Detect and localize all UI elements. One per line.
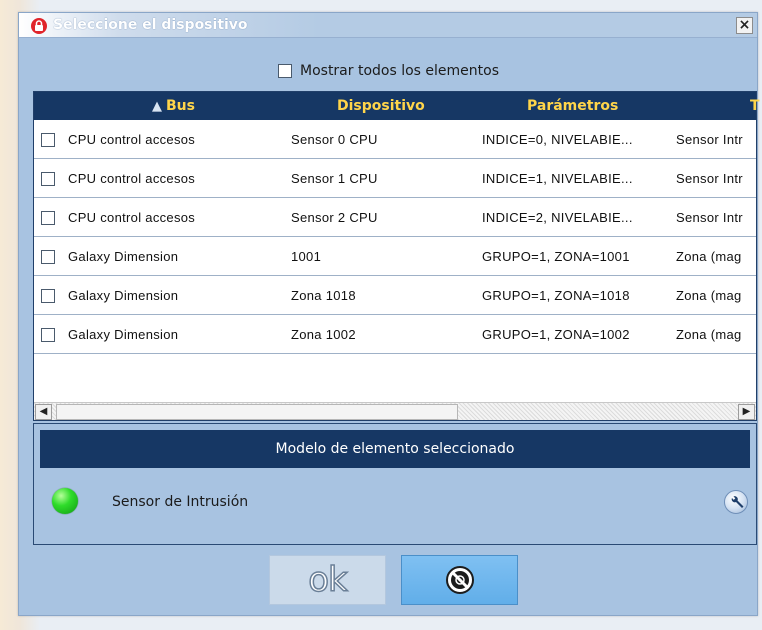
ok-button[interactable]: ok [269, 555, 386, 605]
cell-device: Zona 1018 [291, 288, 356, 303]
cell-params: INDICE=1, NIVELABIE... [482, 171, 633, 186]
cell-bus: CPU control accesos [68, 210, 196, 225]
ok-label: ok [308, 559, 349, 601]
show-all-label: Mostrar todos los elementos [300, 63, 500, 79]
row-checkbox[interactable] [41, 133, 55, 147]
horizontal-scrollbar[interactable]: ◀ ▶ [34, 402, 756, 420]
cell-type: Zona (mag [676, 249, 742, 264]
cell-bus: Galaxy Dimension [68, 249, 179, 264]
cell-params: INDICE=2, NIVELABIE... [482, 210, 633, 225]
row-checkbox[interactable] [41, 172, 55, 186]
green-led-icon [52, 488, 78, 514]
table-row[interactable]: Galaxy Dimension Zona 1018 GRUPO=1, ZONA… [34, 276, 756, 315]
cancel-icon [445, 566, 474, 594]
cancel-button[interactable] [401, 555, 518, 605]
cell-type: Sensor Intr [676, 132, 743, 147]
cell-bus: Galaxy Dimension [68, 327, 179, 342]
scroll-left-icon[interactable]: ◀ [35, 404, 52, 420]
table-row[interactable]: CPU control accesos Sensor 2 CPU INDICE=… [34, 198, 756, 237]
lock-icon [31, 18, 47, 34]
model-name: Sensor de Intrusión [112, 494, 249, 510]
cell-params: GRUPO=1, ZONA=1002 [482, 327, 630, 342]
cell-bus: Galaxy Dimension [68, 288, 179, 303]
table-row[interactable]: Galaxy Dimension Zona 1002 GRUPO=1, ZONA… [34, 315, 756, 354]
row-checkbox[interactable] [41, 289, 55, 303]
show-all-checkbox[interactable] [278, 64, 292, 78]
cell-params: GRUPO=1, ZONA=1001 [482, 249, 630, 264]
cell-bus: CPU control accesos [68, 171, 196, 186]
row-checkbox[interactable] [41, 250, 55, 264]
device-table: ▲ Bus Dispositivo Parámetros T CPU contro… [33, 91, 760, 421]
table-header: ▲ Bus Dispositivo Parámetros T [34, 92, 760, 120]
scroll-thumb[interactable] [56, 404, 458, 420]
cell-type: Zona (mag [676, 288, 742, 303]
cell-device: Sensor 1 CPU [291, 171, 378, 186]
cell-device: 1001 [291, 249, 322, 264]
cell-type: Sensor Intr [676, 171, 743, 186]
table-row[interactable]: CPU control accesos Sensor 0 CPU INDICE=… [34, 120, 756, 159]
title-bar[interactable]: Seleccione el dispositivo × [19, 13, 757, 38]
cell-params: INDICE=0, NIVELABIE... [482, 132, 633, 147]
device-select-dialog: Seleccione el dispositivo × Mostrar todo… [18, 12, 760, 616]
sort-ascending-icon: ▲ [152, 99, 162, 114]
selected-model-panel: Modelo de elemento seleccionado Sensor d… [33, 423, 757, 545]
cell-device: Zona 1002 [291, 327, 356, 342]
wrench-icon[interactable] [724, 490, 748, 514]
cell-type: Zona (mag [676, 327, 742, 342]
column-header-type[interactable]: T [750, 92, 760, 120]
cell-device: Sensor 2 CPU [291, 210, 378, 225]
scroll-right-icon[interactable]: ▶ [738, 404, 755, 420]
column-header-params[interactable]: Parámetros [527, 92, 618, 120]
window-title: Seleccione el dispositivo [53, 17, 248, 33]
model-panel-header: Modelo de elemento seleccionado [40, 430, 750, 468]
close-button[interactable]: × [736, 17, 753, 34]
cell-bus: CPU control accesos [68, 132, 196, 147]
column-header-device[interactable]: Dispositivo [337, 92, 425, 120]
row-checkbox[interactable] [41, 328, 55, 342]
cell-type: Sensor Intr [676, 210, 743, 225]
column-header-bus[interactable]: ▲ Bus [152, 92, 195, 120]
show-all-toggle[interactable]: Mostrar todos los elementos [278, 62, 499, 80]
cell-params: GRUPO=1, ZONA=1018 [482, 288, 630, 303]
table-row[interactable]: CPU control accesos Sensor 1 CPU INDICE=… [34, 159, 756, 198]
cell-device: Sensor 0 CPU [291, 132, 378, 147]
row-checkbox[interactable] [41, 211, 55, 225]
table-row[interactable]: Galaxy Dimension 1001 GRUPO=1, ZONA=1001… [34, 237, 756, 276]
